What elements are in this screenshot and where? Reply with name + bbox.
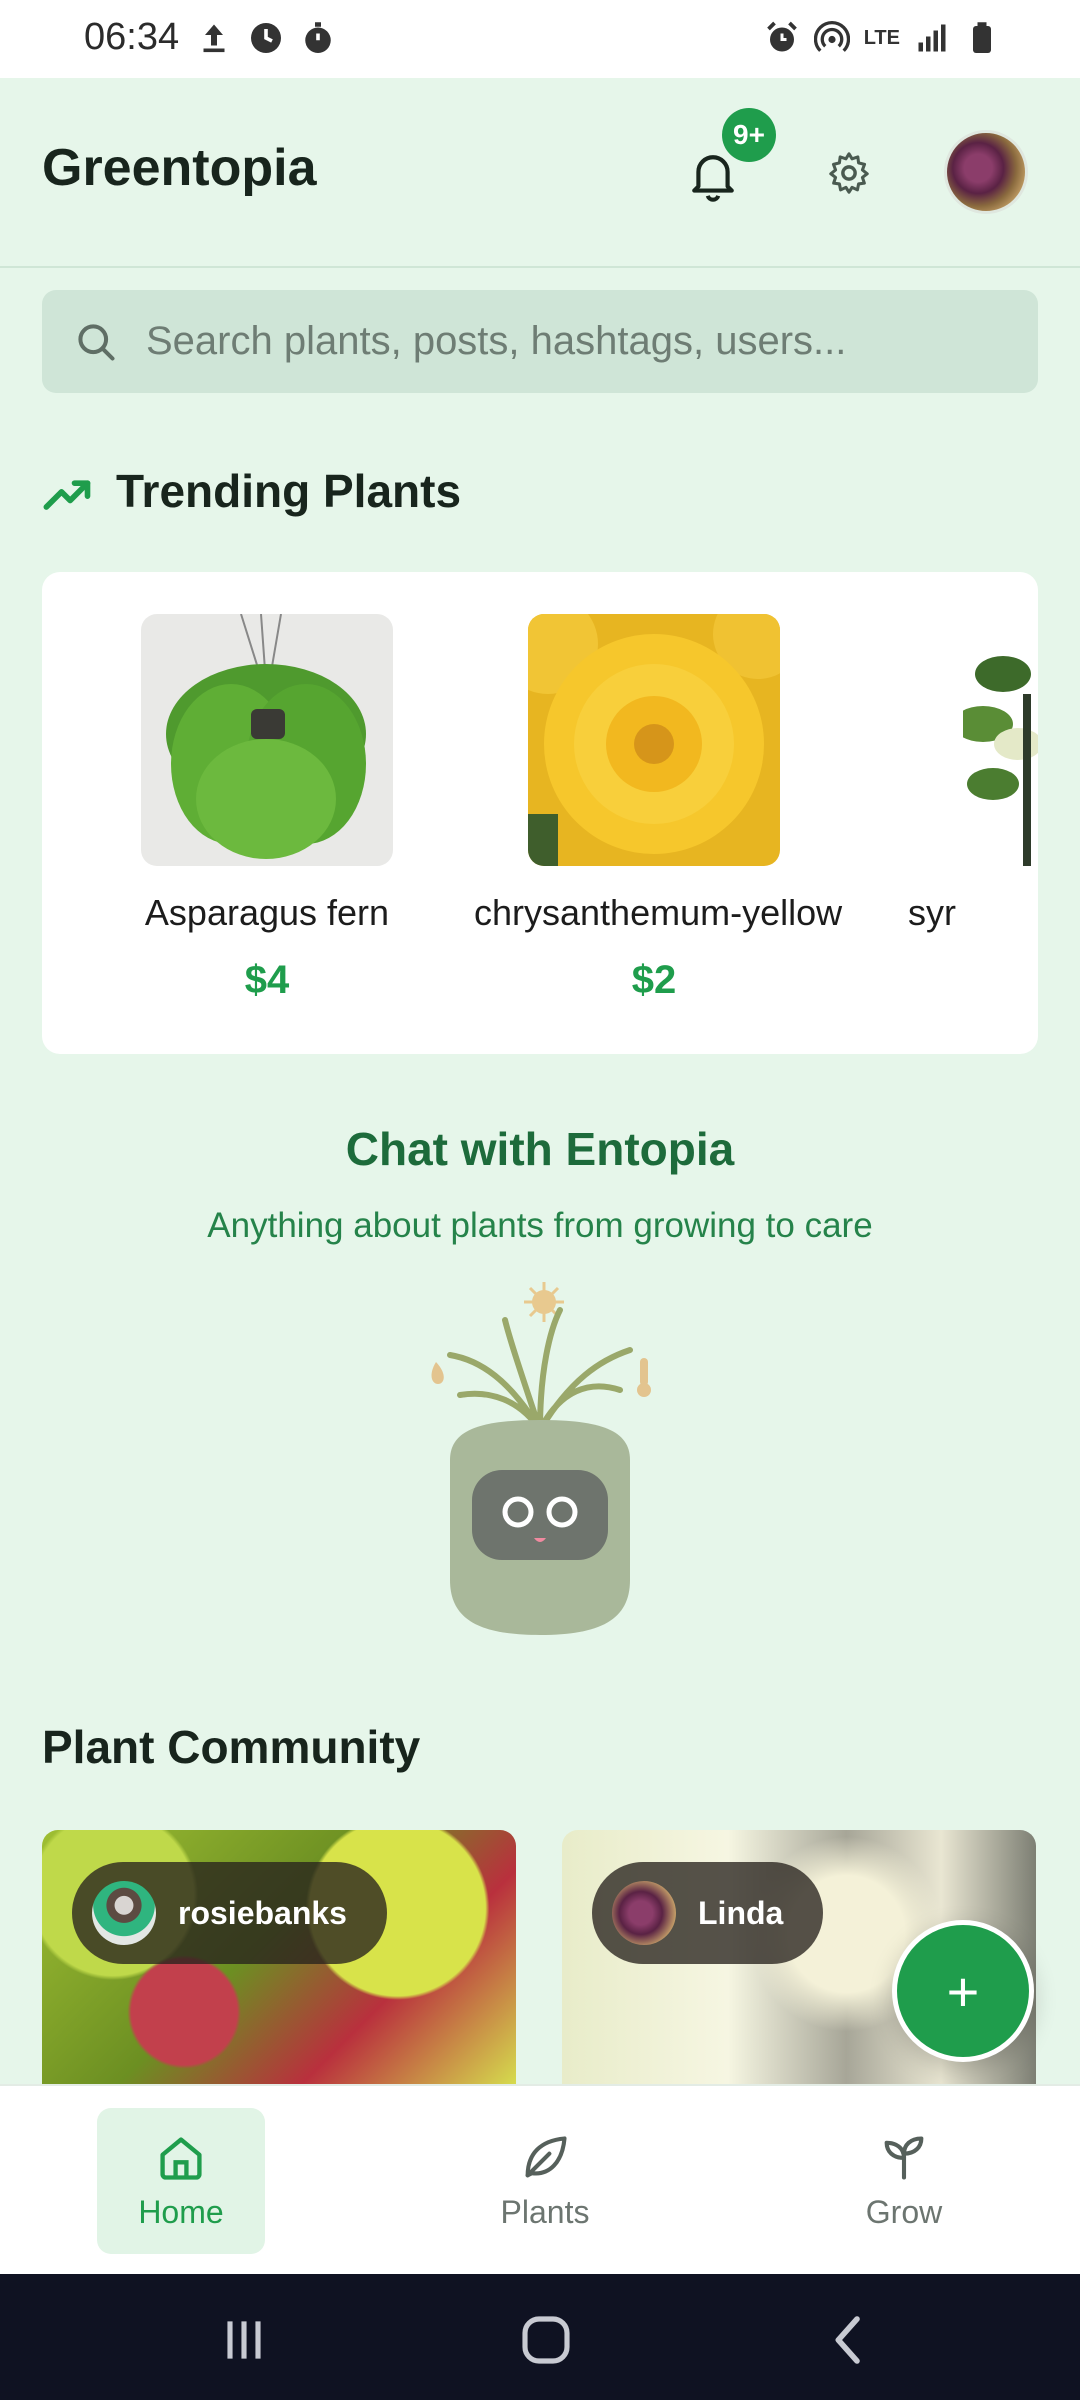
nav-label: Home — [138, 2194, 224, 2230]
nav-item-home[interactable]: Home — [97, 2108, 265, 2254]
system-navigation-bar — [0, 2274, 1080, 2400]
plant-card[interactable]: syr — [878, 614, 1038, 934]
chat-subtitle: Anything about plants from growing to ca… — [207, 1206, 873, 1245]
nav-label: Plants — [500, 2194, 590, 2230]
avatar — [612, 1881, 676, 1945]
trending-up-icon — [43, 480, 91, 510]
bottom-navigation: Home Plants Grow — [0, 2084, 1080, 2274]
plant-name: syr — [908, 892, 956, 933]
entopia-mascot-image[interactable] — [410, 1280, 670, 1650]
circle-timer-icon — [251, 23, 281, 53]
leaf-icon — [525, 2136, 567, 2178]
plant-name: Asparagus fern — [144, 892, 390, 933]
app-header: Greentopia 9+ — [0, 78, 1080, 268]
status-bar: 06:34 LTE — [0, 0, 1080, 78]
avatar — [92, 1881, 156, 1945]
plant-image — [528, 614, 780, 866]
community-post[interactable]: rosiebanks — [42, 1830, 516, 2090]
status-right-icons: LTE — [764, 20, 1000, 56]
status-time: 06:34 — [84, 16, 180, 58]
post-user-chip[interactable]: Linda — [592, 1862, 824, 1964]
alarm-icon — [766, 21, 797, 52]
home-icon — [160, 2137, 202, 2180]
nav-label: Grow — [865, 2194, 943, 2230]
search-input[interactable] — [146, 290, 1006, 393]
plant-image — [878, 614, 1038, 866]
search-bar[interactable] — [42, 290, 1038, 393]
post-username: rosiebanks — [178, 1894, 347, 1931]
gear-icon[interactable] — [826, 150, 872, 196]
recent-apps-icon[interactable] — [216, 2312, 272, 2368]
post-username: Linda — [698, 1894, 784, 1931]
notification-badge: 9+ — [722, 108, 776, 162]
app-title: Greentopia — [42, 139, 317, 197]
plant-price: $2 — [631, 958, 677, 1002]
upload-icon — [203, 24, 225, 53]
plant-name: chrysanthemum-yellow — [474, 892, 843, 933]
nav-item-grow[interactable]: Grow — [820, 2108, 988, 2254]
hotspot-icon — [813, 21, 850, 52]
trending-title: Trending Plants — [116, 465, 462, 517]
plant-card[interactable]: chrysanthemum-yellow $2 — [474, 614, 843, 1003]
home-button-icon[interactable] — [518, 2312, 574, 2368]
signal-icon — [918, 24, 946, 52]
user-avatar[interactable] — [944, 130, 1028, 214]
community-title: Plant Community — [42, 1721, 421, 1773]
back-icon[interactable] — [822, 2312, 878, 2368]
stopwatch-icon — [305, 22, 331, 53]
search-icon — [78, 324, 115, 361]
battery-icon — [973, 22, 991, 53]
post-user-chip[interactable]: rosiebanks — [72, 1862, 387, 1964]
nav-item-plants[interactable]: Plants — [461, 2108, 629, 2254]
plant-card[interactable]: Asparagus fern $4 — [87, 614, 447, 1003]
sprout-icon — [884, 2136, 924, 2180]
add-post-button[interactable]: + — [892, 1920, 1034, 2062]
trending-plants-carousel[interactable]: Asparagus fern $4 chrysanthemum-yellow $… — [42, 572, 1038, 1054]
plant-price: $4 — [244, 958, 290, 1002]
lte-icon: LTE — [863, 27, 900, 49]
status-left-icons — [196, 20, 336, 56]
notification-bell-icon[interactable] — [688, 148, 738, 204]
chat-title[interactable]: Chat with Entopia — [0, 1122, 1080, 1176]
plant-image — [141, 614, 393, 866]
